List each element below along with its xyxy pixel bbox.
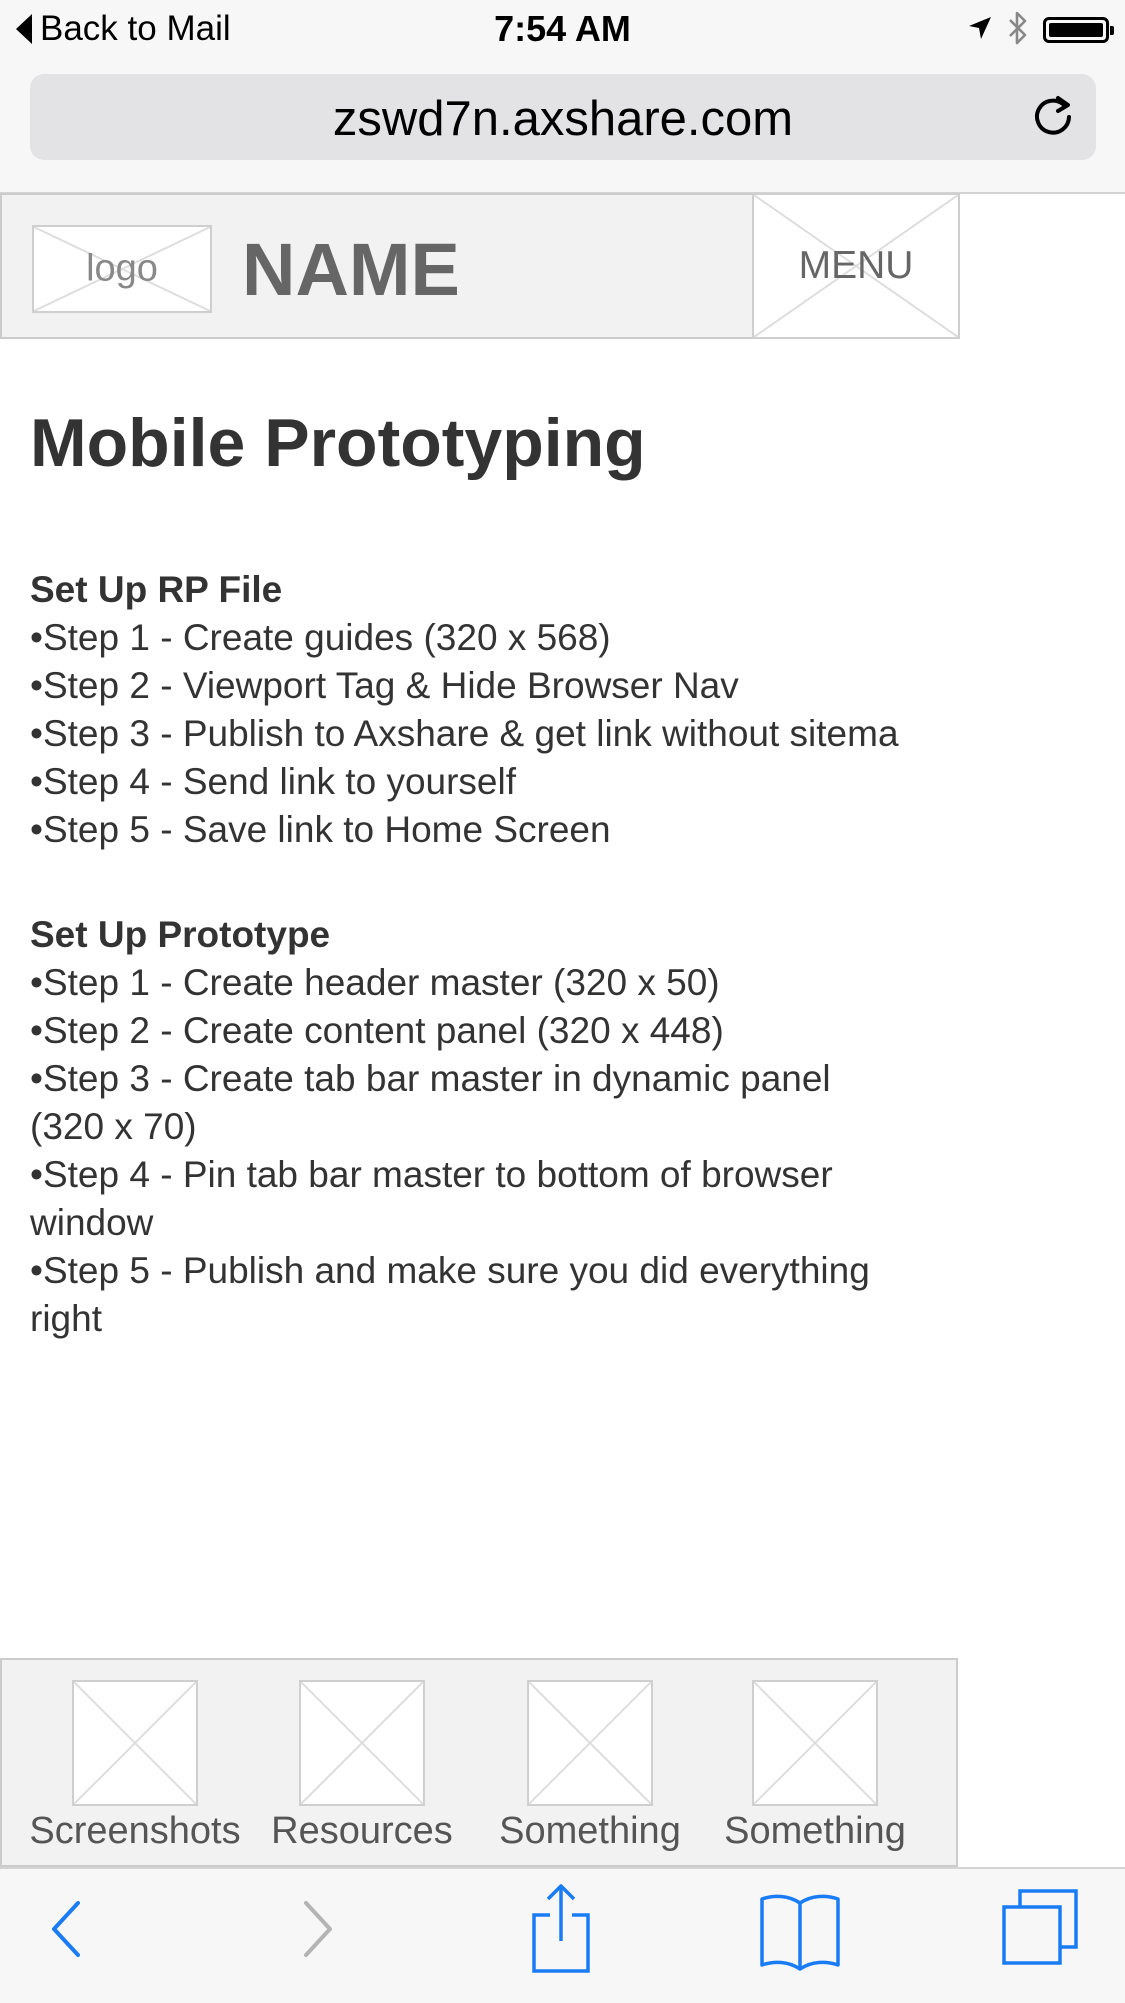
tab-label: Something bbox=[499, 1810, 681, 1852]
tab-image-placeholder bbox=[527, 1680, 653, 1806]
tab-screenshots[interactable]: Screenshots bbox=[29, 1660, 241, 1865]
logo-label: logo bbox=[86, 247, 158, 290]
reload-icon[interactable] bbox=[1030, 94, 1076, 145]
share-icon[interactable] bbox=[528, 1881, 594, 1982]
section-heading: Set Up RP File bbox=[30, 569, 283, 610]
status-bar: Back to Mail 7:54 AM bbox=[0, 0, 1125, 62]
placeholder-x-icon bbox=[754, 1682, 876, 1804]
section-heading: Set Up Prototype bbox=[30, 914, 331, 955]
tab-label: Resources bbox=[271, 1810, 453, 1852]
step-item: Step 1 - Create header master (320 x 50) bbox=[30, 959, 910, 1007]
placeholder-x-icon bbox=[301, 1682, 423, 1804]
forward-arrow-icon[interactable] bbox=[296, 1889, 340, 1974]
back-arrow-icon[interactable] bbox=[44, 1889, 88, 1974]
prototype-header: logo NAME MENU bbox=[0, 193, 960, 339]
step-item: Step 5 - Save link to Home Screen bbox=[30, 806, 970, 854]
placeholder-x-icon bbox=[74, 1682, 196, 1804]
bookmarks-icon[interactable] bbox=[758, 1889, 842, 1978]
menu-button[interactable]: MENU bbox=[752, 193, 960, 339]
placeholder-x-icon bbox=[529, 1682, 651, 1804]
tab-image-placeholder bbox=[72, 1680, 198, 1806]
bluetooth-icon bbox=[1007, 10, 1029, 51]
step-item: Step 4 - Send link to yourself bbox=[30, 758, 970, 806]
tabs-icon[interactable] bbox=[1000, 1885, 1082, 1974]
tab-image-placeholder bbox=[299, 1680, 425, 1806]
step-list: Step 1 - Create header master (320 x 50)… bbox=[30, 959, 910, 1343]
status-time: 7:54 AM bbox=[494, 8, 631, 49]
battery-icon bbox=[1043, 17, 1114, 43]
prototype-tab-bar: Screenshots Resources Something Somethin… bbox=[0, 1658, 958, 1867]
location-arrow-icon bbox=[967, 15, 993, 46]
tab-resources[interactable]: Resources bbox=[257, 1660, 467, 1865]
step-item: Step 2 - Viewport Tag & Hide Browser Nav bbox=[30, 662, 970, 710]
step-list: Step 1 - Create guides (320 x 568) Step … bbox=[30, 614, 970, 854]
tab-something-2[interactable]: Something bbox=[710, 1660, 920, 1865]
step-item: Step 4 - Pin tab bar master to bottom of… bbox=[30, 1151, 910, 1247]
tab-something-1[interactable]: Something bbox=[485, 1660, 695, 1865]
tab-label: Screenshots bbox=[29, 1810, 241, 1852]
step-item: Step 1 - Create guides (320 x 568) bbox=[30, 614, 970, 662]
url-text: zswd7n.axshare.com bbox=[332, 92, 794, 146]
step-item: Step 2 - Create content panel (320 x 448… bbox=[30, 1007, 910, 1055]
step-item: Step 3 - Publish to Axshare & get link w… bbox=[30, 710, 970, 758]
page-title: Mobile Prototyping bbox=[30, 405, 646, 481]
step-item: Step 5 - Publish and make sure you did e… bbox=[30, 1247, 910, 1343]
tab-label: Something bbox=[724, 1810, 906, 1852]
logo-placeholder: logo bbox=[32, 225, 212, 313]
browser-toolbar bbox=[0, 1867, 1125, 2003]
section-rp-file: Set Up RP File Step 1 - Create guides (3… bbox=[30, 566, 970, 854]
tab-image-placeholder bbox=[752, 1680, 878, 1806]
brand-name: NAME bbox=[242, 228, 460, 311]
url-field[interactable]: zswd7n.axshare.com bbox=[30, 74, 1096, 160]
status-icons bbox=[967, 10, 1114, 51]
browser-address-bar: zswd7n.axshare.com bbox=[0, 62, 1125, 194]
step-item: Step 3 - Create tab bar master in dynami… bbox=[30, 1055, 910, 1151]
menu-label: MENU bbox=[798, 244, 914, 287]
section-prototype: Set Up Prototype Step 1 - Create header … bbox=[30, 911, 910, 1343]
